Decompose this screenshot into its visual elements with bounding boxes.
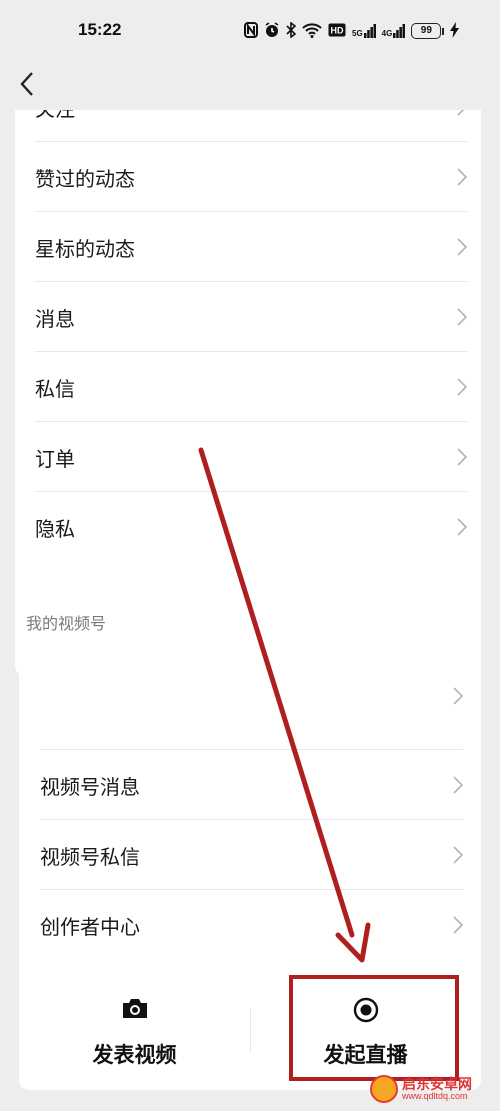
chevron-right-icon (457, 238, 467, 256)
watermark: 启东安卓网 www.qdltdq.com (370, 1075, 472, 1103)
network-type-5g: 5G (352, 29, 363, 38)
annotation-highlight-box (289, 975, 459, 1081)
watermark-logo-icon (370, 1075, 398, 1103)
bluetooth-icon (286, 20, 297, 41)
camera-icon (122, 999, 147, 1018)
charging-icon (450, 21, 460, 41)
signal-4g-icon: 4G (382, 24, 406, 38)
channel-private-messages-row[interactable]: 视频号私信 (19, 820, 481, 890)
hd-icon: HD (328, 23, 346, 40)
creator-center-row[interactable]: 创作者中心 (19, 890, 481, 960)
menu-item-privacy[interactable]: 隐私 (15, 492, 481, 562)
status-time: 15:22 (78, 20, 122, 39)
wifi-icon (302, 22, 322, 41)
channel-item-label: 视频号消息 (40, 774, 140, 799)
menu-item-messages[interactable]: 消息 (15, 282, 481, 352)
chevron-right-icon (453, 846, 463, 864)
network-type-4g: 4G (381, 29, 393, 38)
menu-item-follow[interactable]: 关注 (15, 110, 481, 142)
nfc-icon (244, 21, 258, 41)
menu-item-private-messages[interactable]: 私信 (15, 352, 481, 422)
menu-item-label: 消息 (35, 306, 75, 331)
battery-level: 99 (411, 23, 442, 39)
chevron-right-icon (457, 448, 467, 466)
back-button[interactable] (10, 64, 44, 104)
watermark-url: www.qdltdq.com (402, 1090, 468, 1101)
menu-card: 关注 赞过的动态 星标的动态 消息 私信 订单 (15, 110, 481, 676)
chevron-right-icon (457, 378, 467, 396)
channel-messages-row[interactable]: 视频号消息 (19, 750, 481, 820)
battery-icon: 99 (411, 23, 445, 39)
channel-profile-row[interactable] (19, 642, 481, 750)
menu-item-orders[interactable]: 订单 (15, 422, 481, 492)
menu-item-label: 隐私 (35, 516, 75, 541)
status-bar: 15:22 HD 5G 4G 99 (0, 0, 500, 60)
chevron-right-icon (457, 308, 467, 326)
post-video-label: 发表视频 (92, 1043, 177, 1067)
chevron-right-icon (453, 916, 463, 934)
chevron-right-icon (457, 168, 467, 186)
chevron-right-icon (453, 776, 463, 794)
signal-5g-icon: 5G (352, 24, 376, 38)
post-video-button[interactable]: 发表视频 (19, 957, 250, 1090)
status-icons: HD 5G 4G 99 (244, 20, 460, 42)
settings-list[interactable]: 关注 赞过的动态 星标的动态 消息 私信 订单 (0, 110, 500, 1111)
watermark-title: 启东安卓网 (402, 1076, 472, 1093)
section-title-my-channels: 我的视频号 (26, 614, 107, 633)
channel-item-label: 视频号私信 (40, 844, 140, 869)
menu-item-label: 关注 (35, 110, 75, 122)
chevron-right-icon (453, 687, 463, 705)
alarm-icon (264, 21, 280, 41)
chevron-right-icon (457, 518, 467, 536)
menu-item-label: 私信 (35, 376, 75, 401)
menu-item-label: 星标的动态 (35, 236, 135, 261)
nav-bar (0, 60, 500, 110)
chevron-right-icon (457, 110, 465, 116)
svg-text:HD: HD (331, 25, 344, 35)
menu-item-liked-moments[interactable]: 赞过的动态 (15, 142, 481, 212)
menu-item-label: 订单 (35, 446, 75, 471)
channel-item-label: 创作者中心 (40, 914, 140, 939)
menu-item-starred-moments[interactable]: 星标的动态 (15, 212, 481, 282)
menu-item-label: 赞过的动态 (35, 166, 135, 191)
back-arrow-icon (20, 72, 33, 96)
